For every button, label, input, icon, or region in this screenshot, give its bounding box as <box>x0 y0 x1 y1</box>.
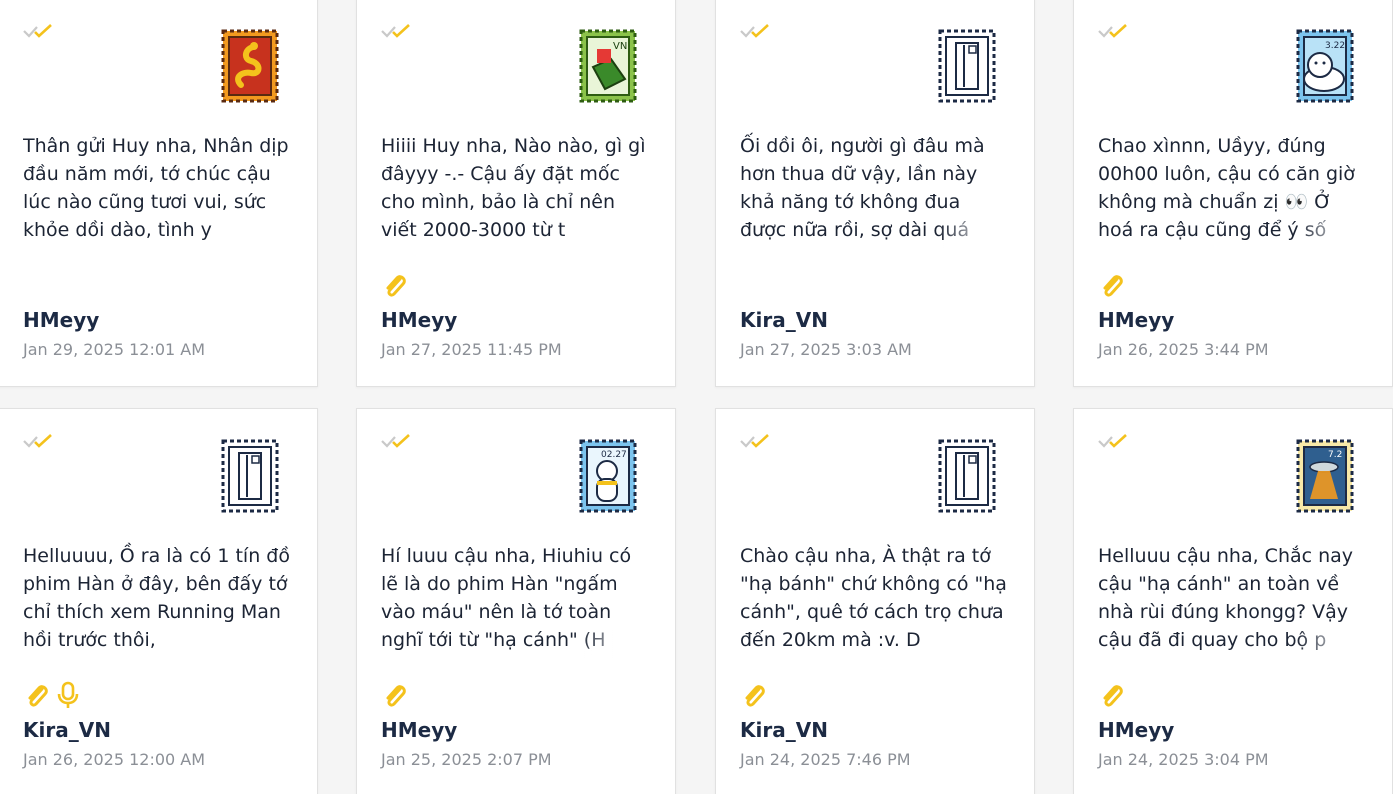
read-receipt-icon <box>23 24 52 38</box>
attachments <box>1098 681 1124 709</box>
letter-card[interactable]: Chào cậu nha, À thật ra tớ "hạ bánh" chứ… <box>715 408 1035 794</box>
author-name: Kira_VN <box>23 718 111 742</box>
svg-text:02.27: 02.27 <box>601 450 627 460</box>
snake-stamp-icon <box>219 27 281 105</box>
read-receipt-icon <box>381 434 410 448</box>
author-name: Kira_VN <box>740 308 828 332</box>
letter-card[interactable]: 3.22 Chao xìnnn, Uầyy, đúng 00h00 luôn, … <box>1073 0 1393 387</box>
read-receipt-icon <box>1098 434 1127 448</box>
paperclip-icon <box>745 685 765 707</box>
letter-card[interactable]: Ối dồi ôi, người gì đâu mà hơn thua dữ v… <box>715 0 1035 387</box>
author-name: HMeyy <box>1098 308 1175 332</box>
svg-text:3.22: 3.22 <box>1325 41 1345 51</box>
read-receipt-icon <box>740 434 769 448</box>
vn-gift-stamp-icon: VN <box>577 27 639 105</box>
ufo-stamp-icon: 7.2 <box>1294 437 1356 515</box>
paperclip-icon <box>386 275 406 297</box>
door-stamp-icon <box>219 437 281 515</box>
sent-date: Jan 27, 2025 3:03 AM <box>740 340 912 359</box>
letter-card[interactable]: Thân gửi Huy nha, Nhân dịp đầu năm mới, … <box>0 0 318 387</box>
sent-date: Jan 24, 2025 3:04 PM <box>1098 750 1269 769</box>
message-preview: Helluuuu, Ồ ra là có 1 tín đồ phim Hàn ở… <box>23 545 290 651</box>
letter-card[interactable]: VN Hiiii Huy nha, Nào nào, gì gì đâyyy -… <box>356 0 676 387</box>
sent-date: Jan 25, 2025 2:07 PM <box>381 750 552 769</box>
message-preview: Chao xìnnn, Uầyy, đúng 00h00 luôn, cậu c… <box>1098 132 1366 248</box>
message-preview: Ối dồi ôi, người gì đâu mà hơn thua dữ v… <box>740 132 1008 248</box>
attachments <box>381 271 407 299</box>
read-receipt-icon <box>381 24 410 38</box>
attachments <box>381 681 407 709</box>
author-name: Kira_VN <box>740 718 828 742</box>
message-preview: Chào cậu nha, À thật ra tớ "hạ bánh" chứ… <box>740 545 1007 651</box>
attachments <box>23 681 81 709</box>
svg-text:7.2: 7.2 <box>1328 450 1342 460</box>
sent-date: Jan 26, 2025 12:00 AM <box>23 750 206 769</box>
paperclip-icon <box>1103 275 1123 297</box>
read-receipt-icon <box>740 24 769 38</box>
svg-text:VN: VN <box>613 41 627 52</box>
author-name: HMeyy <box>381 308 458 332</box>
letter-card[interactable]: 7.2 Helluuu cậu nha, Chắc nay cậu "hạ cá… <box>1073 408 1393 794</box>
read-receipt-icon <box>1098 24 1127 38</box>
seal-stamp-icon: 3.22 <box>1294 27 1356 105</box>
message-preview: Thân gửi Huy nha, Nhân dịp đầu năm mới, … <box>23 135 289 241</box>
author-name: HMeyy <box>381 718 458 742</box>
paperclip-icon <box>1103 685 1123 707</box>
author-name: HMeyy <box>23 308 100 332</box>
paperclip-icon <box>386 685 406 707</box>
door-stamp-icon <box>936 27 998 105</box>
attachments <box>1098 271 1124 299</box>
message-preview: Helluuu cậu nha, Chắc nay cậu "hạ cánh" … <box>1098 542 1366 658</box>
sent-date: Jan 29, 2025 12:01 AM <box>23 340 206 359</box>
sent-date: Jan 27, 2025 11:45 PM <box>381 340 562 359</box>
message-preview: Hiiii Huy nha, Nào nào, gì gì đâyyy -.- … <box>381 135 646 241</box>
attachments <box>740 681 766 709</box>
microphone-icon <box>57 681 79 708</box>
letter-card[interactable]: 02.27 Hí luuu cậu nha, Hiuhiu có lẽ là d… <box>356 408 676 794</box>
message-preview: Hí luuu cậu nha, Hiuhiu có lẽ là do phim… <box>381 542 649 658</box>
read-receipt-icon <box>23 434 52 448</box>
sent-date: Jan 26, 2025 3:44 PM <box>1098 340 1269 359</box>
letter-card[interactable]: Helluuuu, Ồ ra là có 1 tín đồ phim Hàn ở… <box>0 408 318 794</box>
polar-bear-stamp-icon: 02.27 <box>577 437 639 515</box>
author-name: HMeyy <box>1098 718 1175 742</box>
door-stamp-icon <box>936 437 998 515</box>
sent-date: Jan 24, 2025 7:46 PM <box>740 750 911 769</box>
paperclip-icon <box>28 685 48 707</box>
letters-grid: Thân gửi Huy nha, Nhân dịp đầu năm mới, … <box>0 0 1393 794</box>
